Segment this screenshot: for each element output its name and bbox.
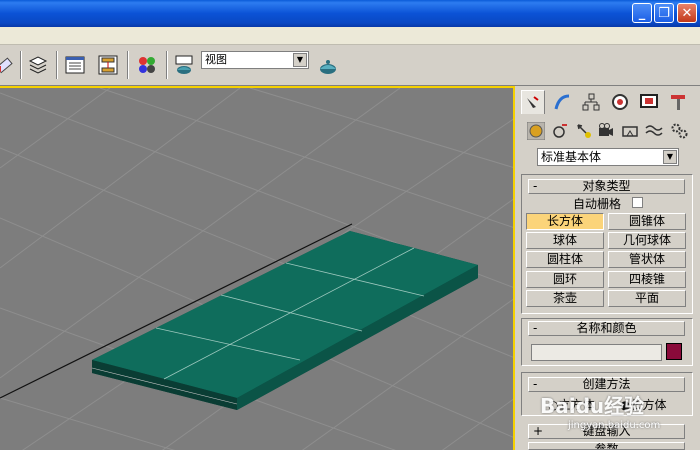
- creation-method-title: 创建方法: [582, 377, 631, 391]
- expand-icon: +: [533, 424, 544, 438]
- perspective-viewport[interactable]: [0, 86, 515, 450]
- box-button[interactable]: 长方体: [526, 213, 604, 230]
- lights-icon[interactable]: [573, 122, 593, 140]
- layers-icon[interactable]: [26, 53, 50, 77]
- chevron-down-icon[interactable]: ▼: [663, 150, 677, 164]
- name-color-header[interactable]: - 名称和颜色: [528, 321, 685, 336]
- schematic-view-icon[interactable]: [96, 53, 120, 77]
- cameras-icon[interactable]: [596, 122, 616, 140]
- hierarchy-tab[interactable]: [579, 90, 603, 114]
- box-object[interactable]: [91, 231, 478, 410]
- restore-button[interactable]: ❐: [654, 3, 674, 23]
- space-warps-icon[interactable]: [644, 122, 664, 140]
- track-view-icon[interactable]: [63, 53, 87, 77]
- modify-tab[interactable]: [550, 90, 574, 114]
- object-color-swatch[interactable]: [666, 343, 682, 360]
- object-type-title: 对象类型: [582, 179, 631, 193]
- pyramid-button[interactable]: 四棱锥: [608, 271, 686, 288]
- collapse-icon: -: [533, 179, 538, 193]
- utilities-tab[interactable]: [666, 90, 690, 114]
- chevron-down-icon[interactable]: ▼: [293, 53, 307, 67]
- render-scene-icon[interactable]: [172, 53, 196, 77]
- motion-tab[interactable]: [608, 90, 632, 114]
- shapes-icon[interactable]: [550, 122, 570, 140]
- teapot-button[interactable]: 茶壶: [526, 290, 604, 307]
- main-toolbar: [0, 45, 700, 86]
- minimize-button[interactable]: _: [632, 3, 652, 23]
- eraser-icon[interactable]: [0, 53, 16, 77]
- collapse-icon: -: [533, 377, 538, 391]
- systems-icon[interactable]: [669, 122, 689, 140]
- cone-button[interactable]: 圆锥体: [608, 213, 686, 230]
- parameters-title: 参数: [594, 442, 619, 450]
- helpers-icon[interactable]: [620, 122, 640, 140]
- auto-grid-label: 自动栅格: [573, 197, 622, 211]
- collapse-icon: -: [533, 321, 538, 335]
- geosphere-button[interactable]: 几何球体: [608, 232, 686, 249]
- quick-render-icon[interactable]: [316, 53, 340, 77]
- close-button[interactable]: ✕: [677, 3, 697, 23]
- geometry-icon[interactable]: [526, 122, 546, 140]
- name-color-title: 名称和颜色: [576, 321, 637, 335]
- watermark-url: jingyan.baidu.com: [568, 420, 661, 431]
- baidu-watermark: Baidu经验: [540, 394, 645, 418]
- toolbar-separator: [166, 51, 168, 79]
- toolbar-separator: [20, 51, 22, 79]
- plane-button[interactable]: 平面: [608, 290, 686, 307]
- view-select[interactable]: 视图 ▼: [201, 51, 309, 69]
- object-type-header[interactable]: - 对象类型: [528, 179, 685, 194]
- torus-button[interactable]: 圆环: [526, 271, 604, 288]
- create-tab[interactable]: [521, 90, 545, 114]
- title-bar: _ ❐ ✕: [0, 0, 700, 27]
- parameters-header[interactable]: 参数: [528, 442, 685, 450]
- category-select[interactable]: 标准基本体 ▼: [537, 148, 679, 166]
- cylinder-button[interactable]: 圆柱体: [526, 251, 604, 268]
- material-editor-icon[interactable]: [135, 53, 159, 77]
- toolbar-separator: [56, 51, 58, 79]
- tube-button[interactable]: 管状体: [608, 251, 686, 268]
- view-select-label: 视图: [205, 53, 227, 66]
- viewport-scene: [0, 88, 513, 450]
- menu-bar: [0, 27, 700, 45]
- sphere-button[interactable]: 球体: [526, 232, 604, 249]
- auto-grid-checkbox[interactable]: [632, 197, 643, 208]
- object-name-field[interactable]: [531, 344, 662, 361]
- toolbar-separator: [127, 51, 129, 79]
- category-select-label: 标准基本体: [541, 150, 602, 164]
- display-tab[interactable]: [637, 90, 661, 114]
